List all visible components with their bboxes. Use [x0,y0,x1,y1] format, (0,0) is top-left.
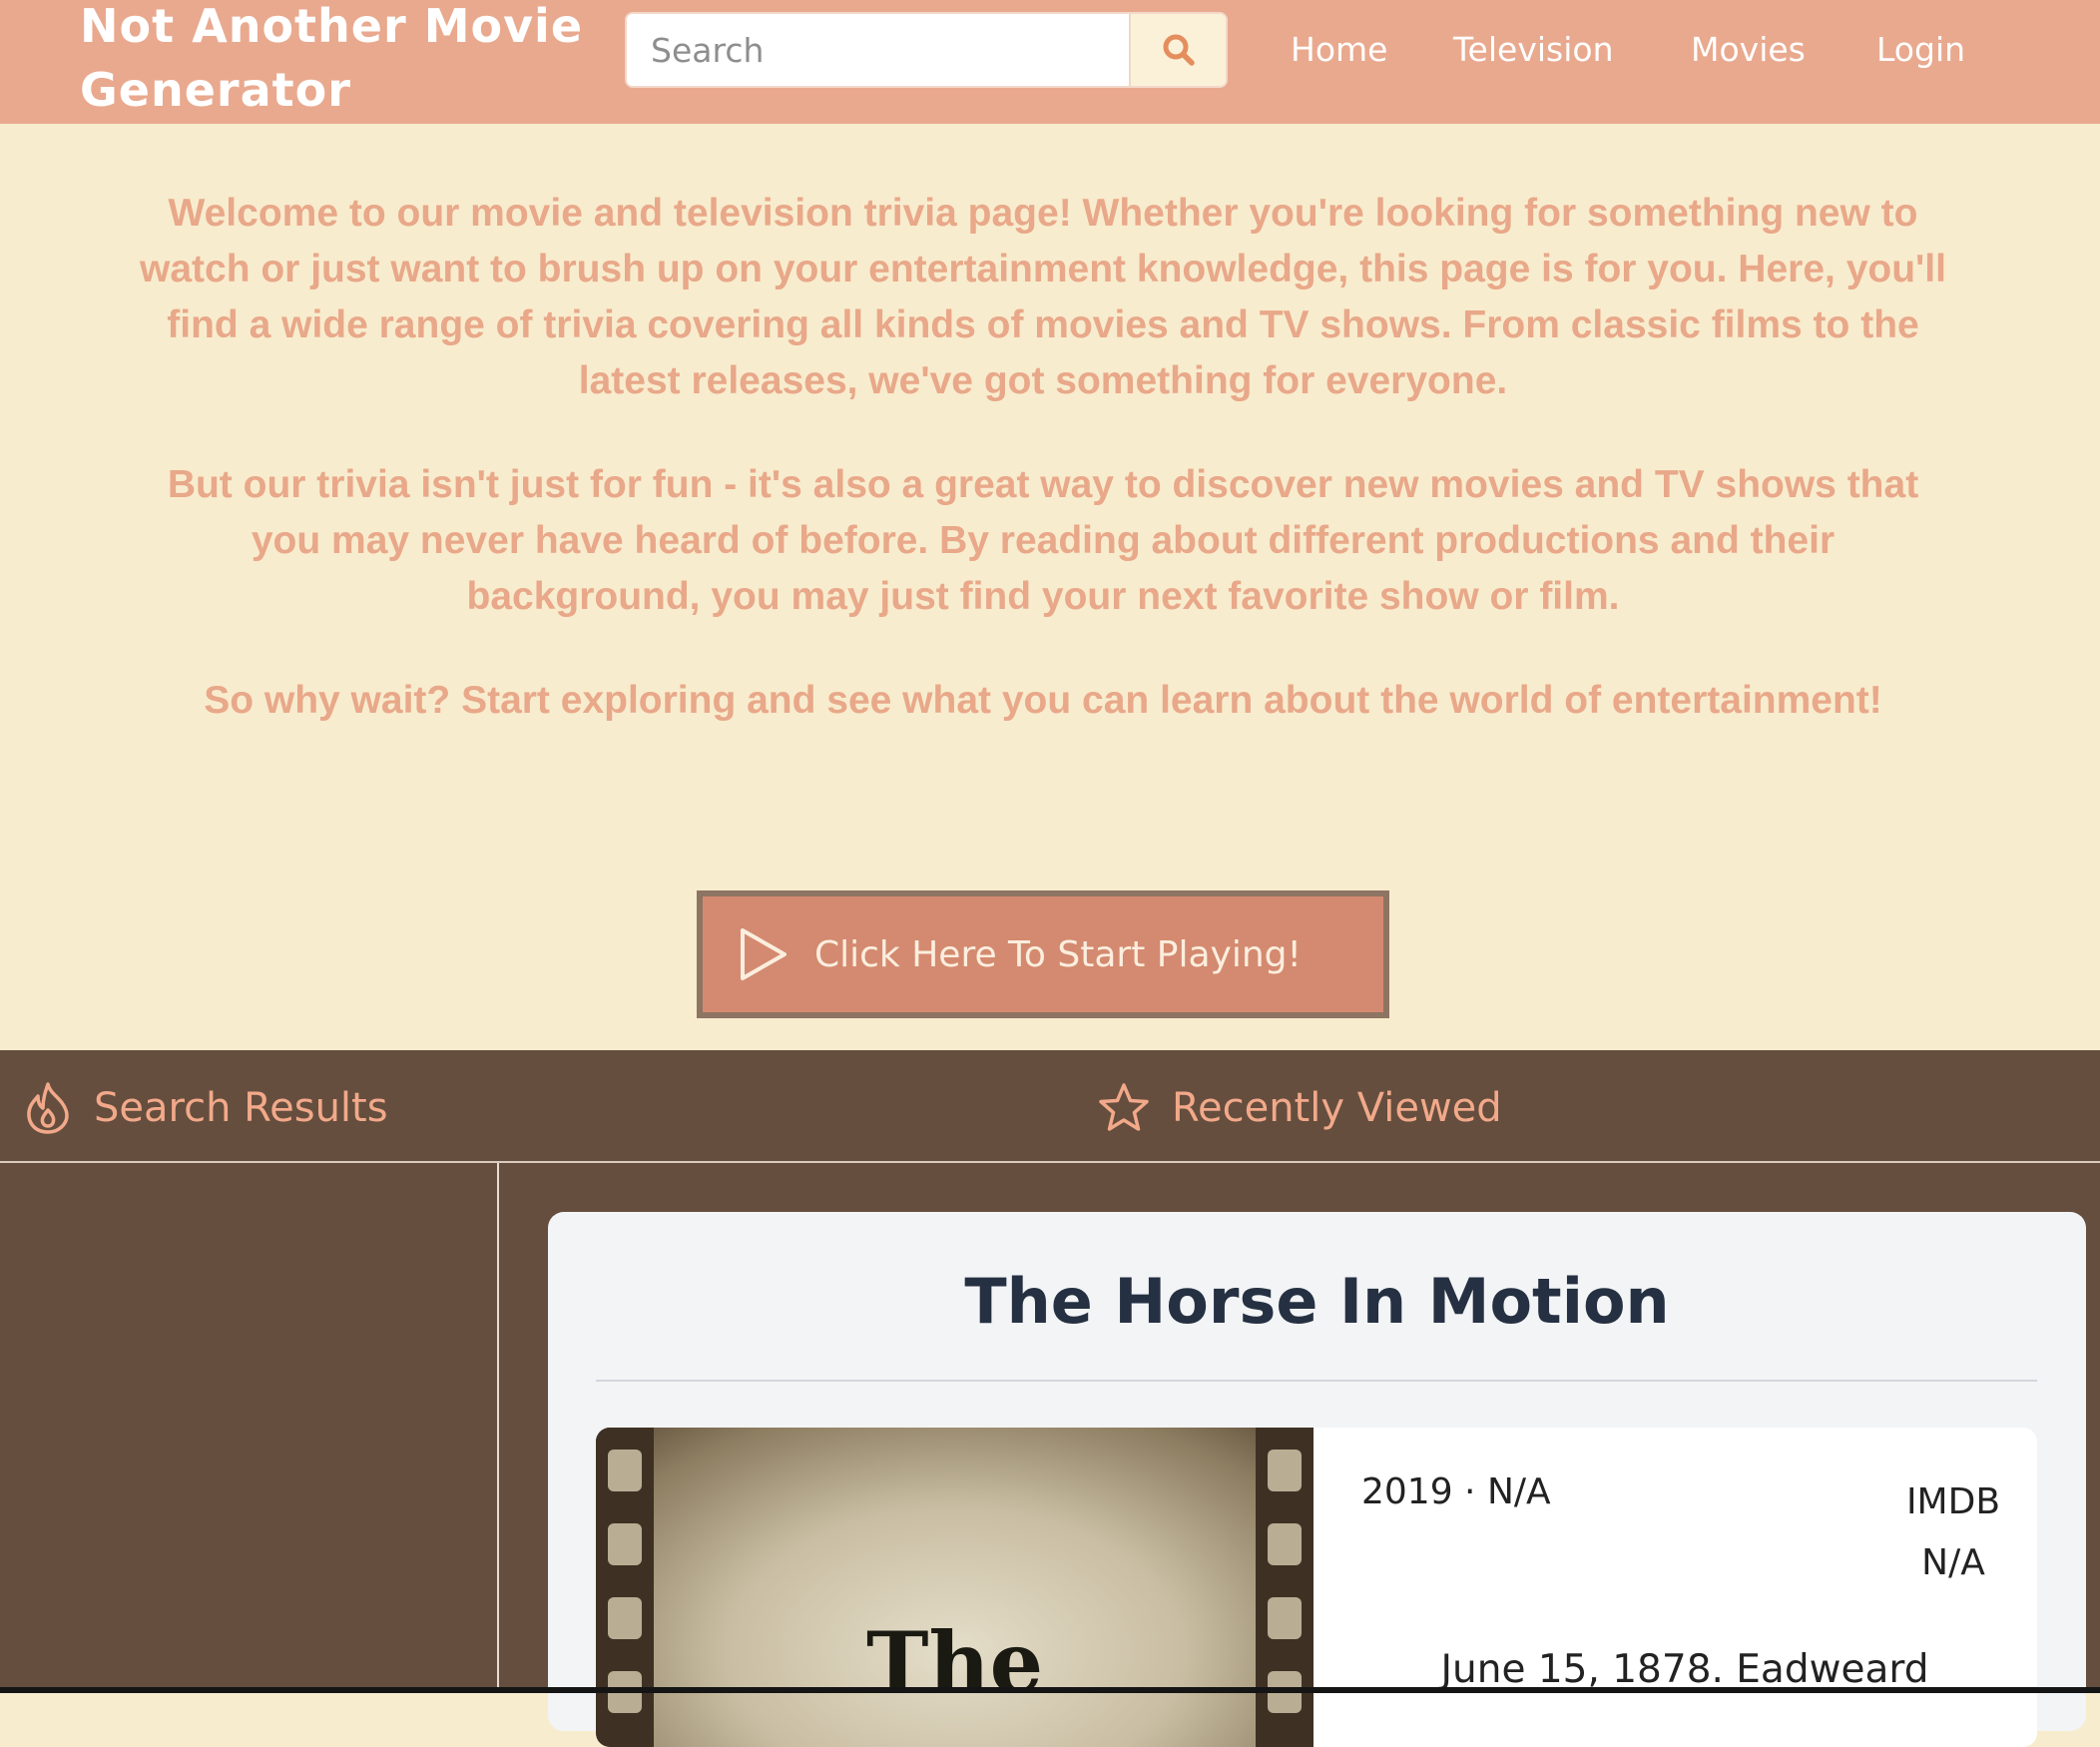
tab-recently-viewed[interactable]: Recently Viewed [1096,1080,1502,1136]
intro-text: Welcome to our movie and television triv… [130,186,1956,729]
search-button[interactable] [1129,14,1226,86]
start-playing-button[interactable]: Click Here To Start Playing! [697,890,1389,1018]
imdb-label: IMDB [1905,1481,2001,1522]
movie-plot: June 15, 1878. Eadweard [1440,1647,1929,1692]
movie-details: The 2019 · N/A IMDB N/A June 15, 1878. E… [596,1428,2037,1747]
search-bar [625,12,1228,88]
card-divider [596,1380,2037,1382]
star-icon [1099,1083,1149,1131]
search-icon [1163,34,1195,66]
tab-recently-viewed-label: Recently Viewed [1172,1085,1502,1131]
imdb-value: N/A [1921,1542,1985,1583]
intro-paragraph: So why wait? Start exploring and see wha… [204,679,1882,722]
site-logo[interactable]: Not Another Movie Generator [80,0,599,122]
flame-icon [27,1082,69,1134]
movie-title: The Horse In Motion [964,1265,1670,1338]
tab-search-results[interactable]: Search Results [22,1080,388,1136]
nav-login[interactable]: Login [1876,28,1965,72]
nav-television[interactable]: Television [1453,28,1614,72]
start-playing-label: Click Here To Start Playing! [814,933,1302,975]
play-icon [741,928,787,980]
imdb-rating: IMDB N/A [1893,1471,2013,1593]
movie-card[interactable]: The Horse In Motion The 2019 · N/A IMDB … [548,1212,2086,1747]
logo-line-1: Not Another Movie [80,0,584,53]
movie-poster[interactable]: The [596,1428,1313,1747]
search-input[interactable] [627,14,1129,86]
top-navbar: Not Another Movie Generator Home Televis… [0,0,2100,124]
tab-divider [0,1161,2100,1163]
intro-paragraph: But our trivia isn't just for fun - it's… [167,463,1919,618]
intro-paragraph: Welcome to our movie and television triv… [140,192,1946,402]
results-section: Search Results Recently Viewed The Horse… [0,1050,2100,1747]
tab-search-results-label: Search Results [94,1085,388,1131]
nav-movies[interactable]: Movies [1691,28,1806,72]
logo-line-2: Generator [80,63,351,117]
column-divider [497,1163,499,1693]
movie-year-rating: 2019 · N/A [1361,1471,1551,1512]
poster-title-text: The [865,1613,1044,1712]
window-bottom-edge [0,1687,2100,1693]
nav-home[interactable]: Home [1291,28,1387,72]
